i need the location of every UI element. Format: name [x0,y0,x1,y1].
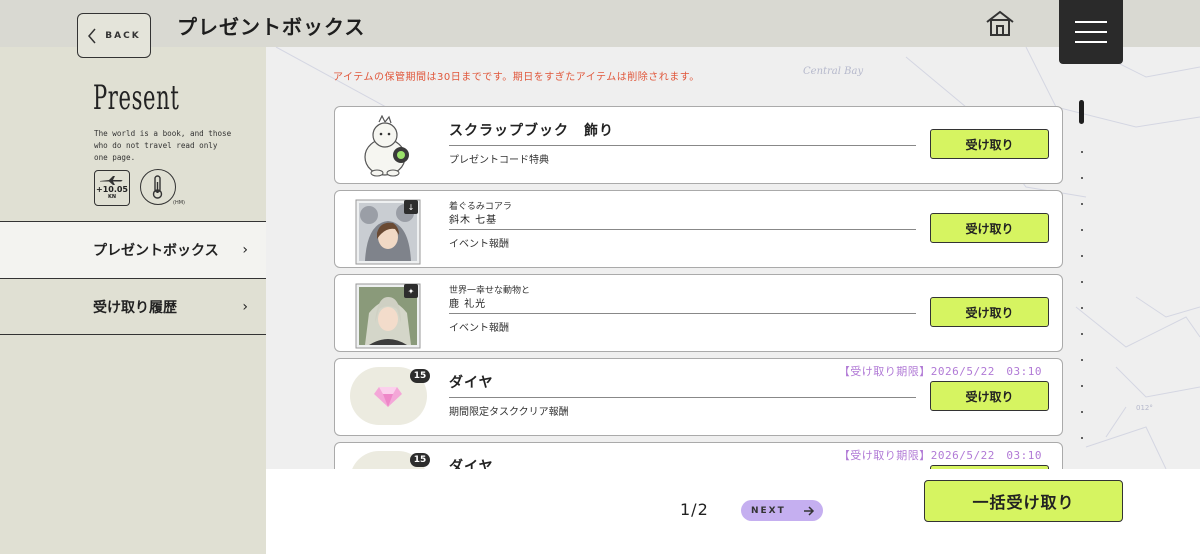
present-card: 15 【受け取り期限】2026/5/22 03:10 ダイヤ 受け取り [334,442,1063,469]
present-card: ↓ 着ぐるみコアラ 斜木 七基 イベント報酬 受け取り [334,190,1063,268]
claim-button[interactable]: 受け取り [930,297,1049,327]
back-button[interactable]: BACK [77,13,151,58]
page-indicator: 1/2 [680,500,709,519]
sidebar-description: The world is a book, and those who do no… [94,129,232,162]
present-card: ✦ 世界一幸せな動物と 鹿 礼光 イベント報酬 受け取り [334,274,1063,352]
item-source: プレゼントコード特典 [449,155,549,166]
claim-button[interactable]: 受け取り [930,381,1049,411]
temperature-badge [140,169,176,205]
frame-badge-icon: ↓ [404,200,418,214]
scroll-dot [1081,203,1083,205]
thermometer-icon [152,175,163,199]
scrollbar-thumb[interactable] [1079,100,1084,124]
back-label: BACK [105,30,141,41]
present-card: スクラップブック 飾り プレゼントコード特典 受け取り [334,106,1063,184]
item-source: イベント報酬 [449,323,509,334]
claim-button[interactable]: 受け取り [930,129,1049,159]
map-heading: 012° [1136,404,1153,412]
next-page-button[interactable]: NEXT [741,500,823,521]
scroll-dot [1081,411,1083,413]
chevron-right-icon: › [242,298,248,315]
claim-deadline: 【受け取り期限】2026/5/22 03:10 [838,449,1042,462]
scroll-dot [1081,359,1083,361]
sidebar-item-history[interactable]: 受け取り履歴 › [0,278,266,335]
item-source: 期間限定タスククリア報酬 [449,407,569,418]
mascot-icon [364,115,409,177]
temperature-unit: (HM) [173,200,185,206]
sidebar-item-present-box[interactable]: プレゼントボックス › [0,221,266,278]
item-count-badge: 15 [410,453,430,467]
map-label: Central Bay [803,66,863,77]
scroll-dot [1081,281,1083,283]
sidebar-heading: Present [93,78,180,118]
next-label: NEXT [751,505,786,516]
sidebar-menu: プレゼントボックス › 受け取り履歴 › [0,221,266,335]
divider [449,397,916,398]
chevron-left-icon [88,28,96,43]
present-card: 15 【受け取り期限】2026/5/22 03:10 ダイヤ 期間限定タスククリ… [334,358,1063,436]
item-name: スクラップブック 飾り [449,123,614,139]
menu-line [1075,21,1107,23]
item-name: ダイヤ [449,375,494,391]
item-name: 斜木 七基 [449,215,498,226]
divider [449,313,916,314]
scroll-dot [1081,385,1083,387]
speed-value: +10.05 [95,185,128,194]
divider [449,229,916,230]
item-name: ダイヤ [449,459,494,469]
scroll-dot [1081,151,1083,153]
claim-button[interactable]: 受け取り [930,213,1049,243]
frame-badge-icon: ✦ [404,284,418,298]
item-name: 鹿 礼光 [449,299,487,310]
page-title: プレゼントボックス [177,15,366,39]
item-count-badge: 15 [410,369,430,383]
arrow-right-icon [804,505,815,516]
airplane-icon [100,176,123,185]
claim-deadline: 【受け取り期限】2026/5/22 03:10 [838,365,1042,378]
scroll-dot [1081,229,1083,231]
scroll-dot [1081,307,1083,309]
speed-unit: KN [107,194,117,200]
storage-notice: アイテムの保管期間は30日までです。期日をすぎたアイテムは削除されます。 [333,72,700,83]
menu-line [1075,31,1107,33]
scroll-dot [1081,255,1083,257]
scroll-dot [1081,333,1083,335]
footer-bar: 1/2 NEXT 一括受け取り [266,469,1200,554]
claim-all-button[interactable]: 一括受け取り [924,480,1123,522]
scroll-dot [1081,177,1083,179]
sidebar-item-label: プレゼントボックス [93,243,219,259]
menu-line [1075,41,1107,43]
item-source: イベント報酬 [449,239,509,250]
diamond-icon [374,387,402,407]
speed-badge: +10.05 KN [94,170,130,206]
sidebar-item-label: 受け取り履歴 [93,299,177,316]
scroll-dot [1081,437,1083,439]
home-icon[interactable] [985,9,1015,37]
divider [449,145,916,146]
chevron-right-icon: › [242,242,248,258]
hamburger-menu-button[interactable] [1059,0,1123,64]
present-list-panel: Central Bay 012° アイテムの保管期間は30日までです。期日をすぎ… [266,47,1200,469]
